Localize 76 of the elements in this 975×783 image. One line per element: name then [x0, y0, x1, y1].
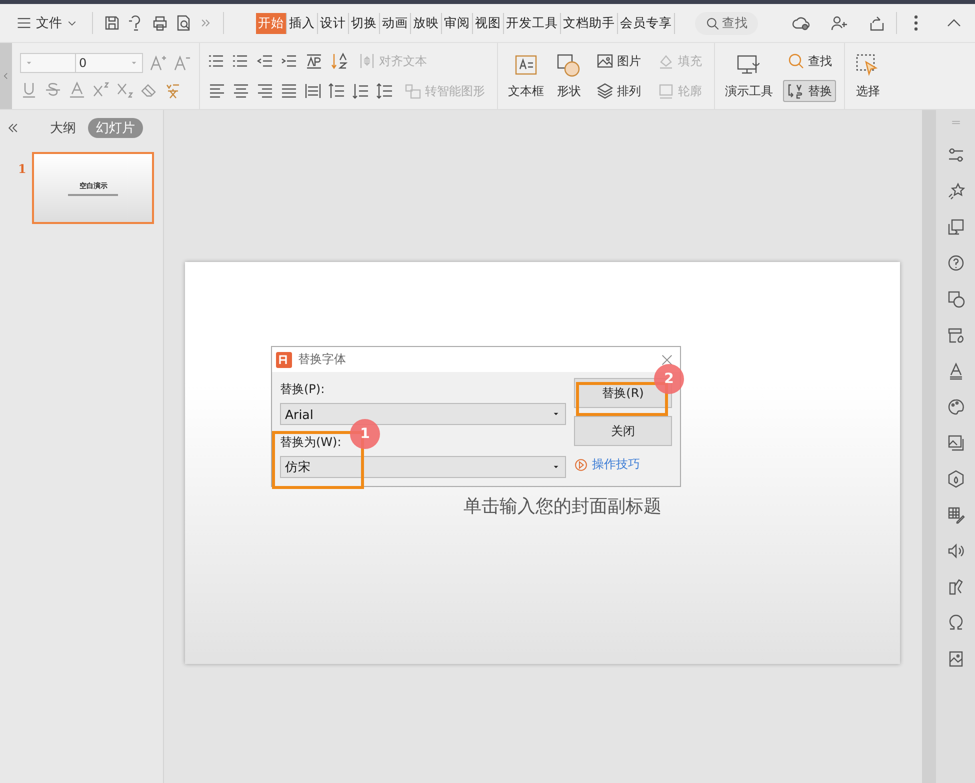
menu-icon	[16, 15, 32, 31]
distribute-icon[interactable]	[304, 82, 322, 100]
palette-icon[interactable]	[946, 398, 964, 416]
font-dropdown[interactable]: Arial	[280, 403, 566, 425]
omega-icon[interactable]	[946, 614, 964, 632]
align-left-icon[interactable]	[208, 82, 226, 100]
subtitle-placeholder[interactable]: 单击输入您的封面副标题	[464, 494, 662, 518]
ribbon-tab[interactable]: 审阅	[442, 12, 473, 34]
brush-icon[interactable]	[946, 578, 964, 596]
line-spacing-icon[interactable]	[328, 82, 346, 100]
print-icon[interactable]	[151, 14, 169, 32]
outline-icon	[657, 82, 675, 100]
star-icon[interactable]	[946, 182, 964, 200]
align-text-icon	[358, 52, 376, 70]
paragraph-spacing-icon[interactable]	[352, 82, 370, 100]
shapes-icon	[556, 52, 582, 78]
table-edit-icon[interactable]	[946, 506, 964, 524]
gallery-icon[interactable]	[946, 434, 964, 452]
hexagon-icon[interactable]	[946, 470, 964, 488]
scrollbar[interactable]	[922, 110, 936, 783]
speaker-icon[interactable]	[946, 542, 964, 560]
ribbon-button[interactable]: 替换	[783, 80, 836, 102]
add-user-icon[interactable]	[830, 14, 848, 32]
image-icon	[596, 52, 614, 70]
search-field[interactable]: 查找	[695, 12, 758, 34]
ribbon-button[interactable]: 选择	[853, 52, 883, 100]
ribbon-tab[interactable]: 会员专享	[618, 12, 675, 34]
align-center-icon[interactable]	[232, 82, 250, 100]
ribbon-button[interactable]: 文本框	[506, 52, 546, 100]
ribbon-button[interactable]: 形状	[554, 52, 584, 100]
close-icon[interactable]	[660, 352, 674, 366]
app-logo-icon	[276, 352, 292, 368]
ribbon-button[interactable]: 图片	[592, 50, 645, 72]
font-dropdown[interactable]: 仿宋	[280, 456, 566, 478]
step-badge: 1	[350, 419, 380, 449]
text-direction-icon[interactable]	[304, 52, 324, 70]
shapes-icon[interactable]	[946, 290, 964, 308]
search-icon	[705, 16, 720, 30]
ribbon-tab[interactable]: 切换	[349, 12, 380, 34]
align-right-icon[interactable]	[256, 82, 274, 100]
ribbon-tab[interactable]: 文档助手	[561, 12, 618, 34]
ribbon-tab[interactable]: 动画	[380, 12, 411, 34]
layers-icon	[596, 82, 614, 100]
field-label: 替换为(W):	[280, 434, 342, 451]
spacing-icon[interactable]	[376, 82, 394, 100]
search-icon	[787, 52, 805, 70]
sort-icon[interactable]	[330, 52, 348, 70]
slide-number: 1	[18, 162, 26, 178]
tips-link[interactable]: 操作技巧	[574, 456, 672, 473]
image-frame-icon[interactable]	[946, 650, 964, 668]
swap-icon[interactable]	[946, 218, 964, 236]
collapse-left-icon[interactable]	[6, 121, 20, 135]
ribbon-tab[interactable]: 插入	[287, 12, 318, 34]
font-size-field[interactable]: 0	[75, 53, 143, 73]
ribbon-button[interactable]: 排列	[592, 80, 645, 102]
save-icon[interactable]	[103, 14, 121, 32]
ribbon-button[interactable]: 演示工具	[723, 52, 775, 100]
panel-tab[interactable]: 大纲	[42, 118, 84, 138]
ribbon-tab[interactable]: 视图	[473, 12, 504, 34]
sliders-icon[interactable]	[946, 146, 964, 164]
ribbon-button[interactable]: 查找	[783, 50, 836, 72]
ribbon-tab[interactable]: 开发工具	[504, 12, 561, 34]
ribbon-tab[interactable]: 设计	[318, 12, 349, 34]
replace-icon	[787, 82, 805, 100]
dialog-title: 替换字体	[298, 351, 347, 368]
dialog-button[interactable]: 关闭	[574, 416, 672, 446]
ribbon-tab[interactable]: 放映	[411, 12, 442, 34]
font-name-field[interactable]	[20, 53, 76, 73]
smart-graphic-icon	[404, 82, 422, 100]
help-icon[interactable]	[946, 254, 964, 272]
field-label: 替换(P):	[280, 381, 326, 398]
justify-icon[interactable]	[280, 82, 298, 100]
file-menu[interactable]: 文件	[12, 14, 82, 32]
share-icon[interactable]	[868, 14, 886, 32]
play-circle-icon	[574, 458, 588, 472]
font-color-icon[interactable]	[68, 81, 86, 99]
